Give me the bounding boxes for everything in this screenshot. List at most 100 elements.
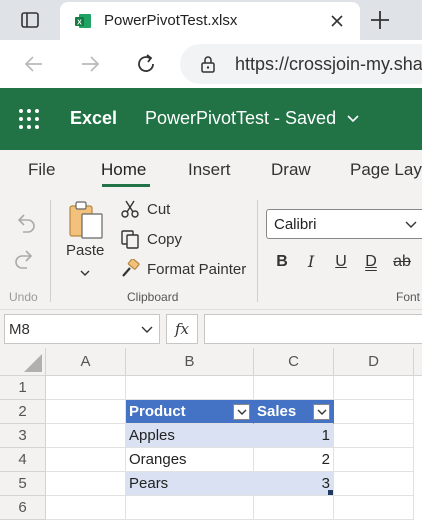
column-header-a[interactable]: A <box>46 348 126 376</box>
active-tab-indicator <box>102 184 150 187</box>
cell-a5[interactable] <box>46 472 126 496</box>
chevron-down-icon <box>317 409 327 415</box>
chevron-down-icon[interactable] <box>346 112 360 126</box>
browser-tab[interactable]: X PowerPivotTest.xlsx <box>60 2 360 40</box>
cell-a6[interactable] <box>46 496 126 520</box>
group-divider <box>50 200 51 302</box>
column-header-c[interactable]: C <box>254 348 334 376</box>
window-icon <box>21 12 39 28</box>
refresh-icon[interactable] <box>132 50 160 78</box>
cell-d1[interactable] <box>334 376 414 400</box>
filter-dropdown-button[interactable] <box>313 404 330 420</box>
formula-bar: M8 fx <box>0 310 422 348</box>
tab-home[interactable]: Home <box>101 160 146 180</box>
row-header-4[interactable]: 4 <box>0 448 46 472</box>
name-box-value: M8 <box>9 321 30 338</box>
font-group-label: Font <box>396 290 421 304</box>
formula-input[interactable] <box>204 314 422 344</box>
cell-a3[interactable] <box>46 424 126 448</box>
lock-icon[interactable] <box>200 55 216 73</box>
cut-label: Cut <box>147 200 171 218</box>
select-all-corner[interactable] <box>0 348 46 376</box>
app-name[interactable]: Excel <box>70 108 117 129</box>
clipboard-icon <box>69 201 103 239</box>
cell-c1[interactable] <box>254 376 334 400</box>
group-divider <box>257 200 258 302</box>
italic-button[interactable]: I <box>299 250 323 274</box>
table-row-sales-cell[interactable]: 1 <box>254 424 334 448</box>
tab-page-layout[interactable]: Page Layo <box>350 160 422 180</box>
column-header-d[interactable]: D <box>334 348 414 376</box>
format-painter-label: Format Painter <box>147 260 247 278</box>
paste-button[interactable]: Paste <box>62 200 108 286</box>
row-header-6[interactable]: 6 <box>0 496 46 520</box>
row-header-5[interactable]: 5 <box>0 472 46 496</box>
cell-a1[interactable] <box>46 376 126 400</box>
chevron-down-icon <box>80 270 90 276</box>
table-header-label: Product <box>129 403 186 420</box>
url-text: https://crossjoin-my.sha <box>235 54 422 74</box>
strikethrough-button[interactable]: ab <box>390 250 414 274</box>
row-header-3[interactable]: 3 <box>0 424 46 448</box>
table-row-product-cell[interactable]: Oranges <box>126 448 254 472</box>
cell-b6[interactable] <box>126 496 254 520</box>
cell-a2[interactable] <box>46 400 126 424</box>
forward-arrow-icon[interactable] <box>76 50 104 78</box>
column-header-b[interactable]: B <box>126 348 254 376</box>
tab-title: PowerPivotTest.xlsx <box>104 12 238 29</box>
address-bar: https://crossjoin-my.sha <box>0 40 422 88</box>
cut-button[interactable]: Cut <box>120 199 170 219</box>
table-row-product-cell[interactable]: Pears <box>126 472 254 496</box>
cell-d4[interactable] <box>334 448 414 472</box>
paste-label: Paste <box>66 242 105 259</box>
cell-d2[interactable] <box>334 400 414 424</box>
table-row-product-cell[interactable]: Apples <box>126 424 254 448</box>
ribbon: Undo Paste Cut Copy Format Painter Clipb… <box>0 192 422 310</box>
name-box[interactable]: M8 <box>4 314 160 344</box>
select-all-triangle-icon <box>24 354 42 372</box>
app-launcher-icon[interactable] <box>18 108 40 130</box>
table-header-label: Sales <box>257 403 297 420</box>
paintbrush-icon <box>122 259 140 277</box>
table-resize-handle[interactable] <box>328 490 333 495</box>
close-tab-icon[interactable] <box>328 12 346 30</box>
table-row-sales-cell[interactable]: 2 <box>254 448 334 472</box>
excel-favicon-icon: X <box>75 14 91 28</box>
copy-button[interactable]: Copy <box>120 229 182 249</box>
cell-d5[interactable] <box>334 472 414 496</box>
double-underline-button[interactable]: D <box>359 250 383 274</box>
cell-d3[interactable] <box>334 424 414 448</box>
font-name-dropdown[interactable]: Calibri <box>266 209 422 239</box>
cell-a4[interactable] <box>46 448 126 472</box>
cell-c6[interactable] <box>254 496 334 520</box>
document-title[interactable]: PowerPivotTest - Saved <box>145 108 336 129</box>
back-arrow-icon[interactable] <box>20 50 48 78</box>
redo-icon[interactable] <box>13 248 37 270</box>
cell-b1[interactable] <box>126 376 254 400</box>
table-header-sales[interactable]: Sales <box>254 400 334 424</box>
font-name-value: Calibri <box>274 216 317 233</box>
scissors-icon <box>121 200 139 218</box>
underline-button[interactable]: U <box>329 250 353 274</box>
bold-button[interactable]: B <box>270 250 294 274</box>
tab-draw[interactable]: Draw <box>271 160 311 180</box>
undo-icon[interactable] <box>13 212 37 234</box>
copy-icon <box>121 230 139 249</box>
format-painter-button[interactable]: Format Painter <box>120 259 246 279</box>
column-header-e[interactable] <box>414 348 422 376</box>
cell-d6[interactable] <box>334 496 414 520</box>
tab-file[interactable]: File <box>28 160 55 180</box>
row-header-1[interactable]: 1 <box>0 376 46 400</box>
new-tab-icon[interactable] <box>366 6 394 34</box>
window-menu-button[interactable] <box>8 4 52 36</box>
url-field[interactable]: https://crossjoin-my.sha <box>180 44 422 84</box>
row-header-2[interactable]: 2 <box>0 400 46 424</box>
table-header-product[interactable]: Product <box>126 400 254 424</box>
filter-dropdown-button[interactable] <box>233 404 250 420</box>
insert-function-button[interactable]: fx <box>166 314 198 344</box>
browser-tab-strip: X PowerPivotTest.xlsx <box>0 0 422 40</box>
tab-insert[interactable]: Insert <box>188 160 231 180</box>
chevron-down-icon[interactable] <box>141 324 153 336</box>
copy-label: Copy <box>147 230 183 248</box>
table-row-sales-cell[interactable]: 3 <box>254 472 334 496</box>
